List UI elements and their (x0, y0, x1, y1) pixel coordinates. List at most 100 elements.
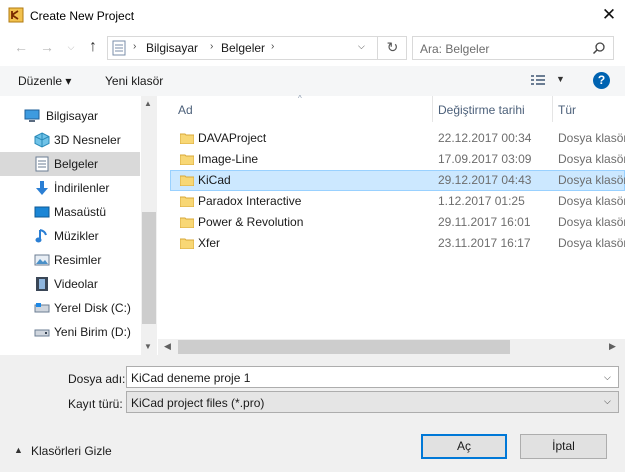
file-type: Dosya klasörü (558, 173, 625, 187)
videos-icon (34, 276, 50, 292)
pictures-icon (34, 252, 50, 268)
3d-objects-icon (34, 132, 50, 148)
refresh-icon[interactable]: ↻ (377, 36, 407, 60)
sidebar-item-yerel-disk[interactable]: Yerel Disk (C:) (0, 296, 140, 320)
file-name: Xfer (198, 236, 221, 250)
file-name: DAVAProject (198, 131, 267, 145)
folder-icon (179, 174, 195, 187)
sidebar-item-label: Yerel Disk (C:) (54, 301, 131, 315)
file-type: Dosya klasörü (558, 131, 625, 145)
sidebar-item-label: İndirilenler (54, 181, 110, 195)
kicad-app-icon (8, 7, 24, 23)
sidebar-item-3d-nesneler[interactable]: 3D Nesneler (0, 128, 140, 152)
music-icon (34, 228, 50, 244)
folder-icon (179, 153, 195, 166)
breadcrumb-bilgisayar[interactable]: Bilgisayar (146, 41, 198, 55)
filename-dropdown-chevron-icon[interactable]: ⌵ (604, 372, 611, 383)
filetype-value: KiCad project files (*.pro) (131, 396, 265, 410)
file-row-kicad[interactable]: KiCad 29.12.2017 04:43 Dosya klasörü (170, 170, 625, 191)
up-arrow-icon[interactable]: ↑ (84, 38, 102, 56)
navigation-pane: Bilgisayar 3D Nesneler Belgeler İndirile… (0, 96, 158, 355)
cancel-button[interactable]: İptal (520, 434, 607, 459)
file-row-paradox-interactive[interactable]: Paradox Interactive 1.12.2017 01:25 Dosy… (170, 191, 625, 212)
hide-folders-toggle[interactable]: Klasörleri Gizle (31, 444, 112, 458)
scroll-left-arrow-icon[interactable]: ◀ (164, 341, 171, 352)
sidebar-item-label: Bilgisayar (46, 109, 99, 123)
breadcrumb-separator-icon: › (210, 41, 214, 52)
sidebar-item-label: Belgeler (54, 157, 99, 171)
file-list-header: Ad ^ Değiştirme tarihi Tür (170, 94, 625, 122)
back-arrow-icon[interactable]: ← (12, 38, 30, 56)
filename-value: KiCad deneme proje 1 (131, 371, 251, 385)
new-folder-button[interactable]: Yeni klasör (105, 74, 163, 88)
sidebar-item-label: Videolar (54, 277, 98, 291)
sidebar-item-label: Müzikler (54, 229, 99, 243)
folder-icon (179, 195, 195, 208)
file-date: 29.11.2017 16:01 (438, 215, 531, 229)
folder-icon (179, 132, 195, 145)
file-date: 29.12.2017 04:43 (438, 173, 532, 187)
open-button[interactable]: Aç (421, 434, 507, 459)
file-type: Dosya klasörü (558, 194, 625, 208)
drive-icon (34, 324, 50, 340)
sort-ascending-icon: ^ (298, 94, 302, 103)
file-date: 23.11.2017 16:17 (438, 236, 531, 250)
sidebar-item-resimler[interactable]: Resimler (0, 248, 140, 272)
filetype-dropdown-chevron-icon[interactable]: ⌵ (604, 396, 611, 407)
downloads-icon (34, 180, 50, 196)
file-row-power-revolution[interactable]: Power & Revolution 29.11.2017 16:01 Dosy… (170, 212, 625, 233)
breadcrumb-separator-icon[interactable]: › (271, 41, 274, 52)
file-name: Paradox Interactive (198, 194, 302, 208)
organize-button[interactable]: Düzenle ▾ (18, 74, 71, 88)
scroll-up-arrow-icon[interactable]: ▲ (144, 99, 152, 108)
sidebar-item-indirilenler[interactable]: İndirilenler (0, 176, 140, 200)
view-options-icon[interactable] (530, 73, 546, 87)
close-icon[interactable]: ✕ (596, 4, 622, 26)
sidebar-item-videolar[interactable]: Videolar (0, 272, 140, 296)
sidebar-item-yeni-birim[interactable]: Yeni Birim (D:) (0, 320, 140, 344)
search-placeholder: Ara: Belgeler (420, 42, 490, 56)
documents-icon (34, 156, 50, 172)
address-dropdown-chevron-icon[interactable]: ⌵ (358, 41, 365, 52)
file-date: 1.12.2017 01:25 (438, 194, 525, 208)
scroll-down-arrow-icon[interactable]: ▼ (144, 342, 152, 351)
view-dropdown-chevron-icon[interactable]: ▼ (556, 74, 565, 84)
scroll-right-arrow-icon[interactable]: ▶ (609, 341, 616, 352)
file-date: 17.09.2017 03:09 (438, 152, 532, 166)
sidebar-item-label: Resimler (54, 253, 102, 267)
sidebar-item-label: Masaüstü (54, 205, 107, 219)
search-icon[interactable] (592, 41, 606, 55)
sidebar-item-muzikler[interactable]: Müzikler (0, 224, 140, 248)
breadcrumb-belgeler[interactable]: Belgeler (221, 41, 265, 55)
sidebar-item-belgeler[interactable]: Belgeler (0, 152, 140, 176)
file-type: Dosya klasörü (558, 152, 625, 166)
folder-icon (179, 216, 195, 229)
horizontal-scroll-thumb[interactable] (178, 340, 510, 354)
file-row-xfer[interactable]: Xfer 23.11.2017 16:17 Dosya klasörü (170, 233, 625, 254)
help-icon[interactable]: ? (593, 72, 610, 89)
computer-icon (24, 108, 40, 124)
sidebar-item-label: Yeni Birim (D:) (54, 325, 131, 339)
file-name: Power & Revolution (198, 215, 304, 229)
filetype-label: Kayıt türü: (68, 397, 123, 411)
desktop-icon (34, 204, 50, 220)
folder-icon (179, 237, 195, 250)
file-name: KiCad (198, 173, 231, 187)
column-header-date[interactable]: Değiştirme tarihi (438, 103, 525, 117)
sidebar-item-bilgisayar[interactable]: Bilgisayar (0, 104, 140, 128)
forward-arrow-icon[interactable]: → (38, 38, 56, 56)
file-type: Dosya klasörü (558, 236, 625, 250)
collapse-chevron-icon[interactable]: ▲ (14, 445, 23, 455)
recent-locations-chevron-icon[interactable]: ⌵ (62, 38, 80, 56)
file-row-image-line[interactable]: Image-Line 17.09.2017 03:09 Dosya klasör… (170, 149, 625, 170)
file-name: Image-Line (198, 152, 259, 166)
documents-location-icon (112, 40, 126, 56)
sidebar-scroll-thumb[interactable] (142, 212, 156, 324)
file-type: Dosya klasörü (558, 215, 625, 229)
column-header-name[interactable]: Ad (178, 103, 193, 117)
file-row-davaproject[interactable]: DAVAProject 22.12.2017 00:34 Dosya klasö… (170, 128, 625, 149)
column-header-type[interactable]: Tür (558, 103, 576, 117)
sidebar-item-masaustu[interactable]: Masaüstü (0, 200, 140, 224)
window-title: Create New Project (30, 9, 135, 23)
file-date: 22.12.2017 00:34 (438, 131, 532, 145)
